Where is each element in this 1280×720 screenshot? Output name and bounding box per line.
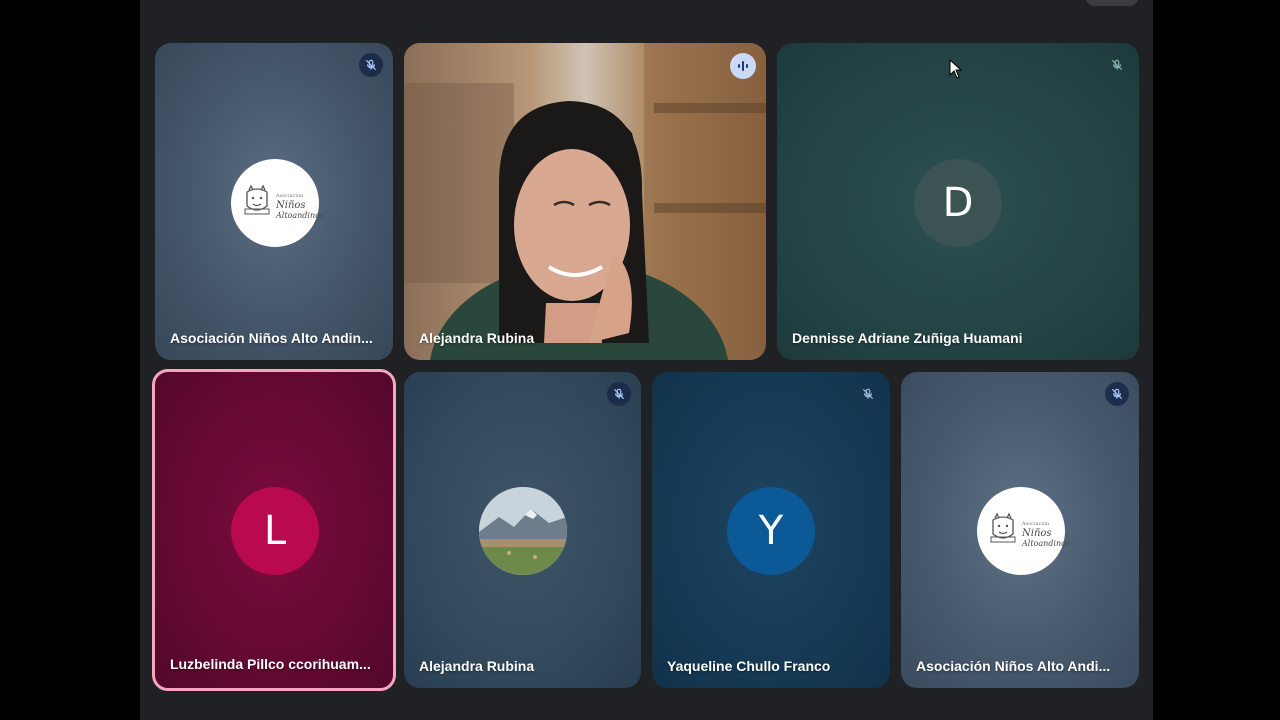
microphone-off-icon <box>856 382 880 406</box>
microphone-off-icon <box>607 382 631 406</box>
participant-tile[interactable]: D Dennisse Adriane Zuñiga Huamani <box>777 43 1139 360</box>
participant-initial-avatar: L <box>231 487 319 575</box>
participant-initial-avatar: D <box>914 159 1002 247</box>
microphone-off-icon <box>1105 53 1129 77</box>
participant-video-tile[interactable]: Alejandra Rubina <box>404 43 766 360</box>
participant-video-frame <box>404 43 766 360</box>
participant-tile[interactable]: Alejandra Rubina <box>404 372 641 688</box>
participant-initial-avatar: Y <box>727 487 815 575</box>
organization-logo-avatar: Asociación Niños Altoandinos <box>231 159 324 247</box>
participant-tile[interactable]: Asociación Niños Altoandinos Asociación … <box>155 43 393 360</box>
organization-logo-avatar: Asociación Niños Altoandinos <box>977 487 1070 575</box>
participant-tile[interactable]: Y Yaqueline Chullo Franco <box>652 372 890 688</box>
landscape-photo <box>479 487 567 575</box>
participant-name: Asociación Niños Alto Andi... <box>916 658 1111 674</box>
logo-text: Asociación Niños Altoandinos <box>276 193 325 220</box>
microphone-off-icon <box>1105 382 1129 406</box>
microphone-off-icon <box>359 53 383 77</box>
participant-tile-active-speaker[interactable]: L Luzbelinda Pillco ccorihuam... <box>152 369 396 691</box>
audio-wave-icon <box>730 53 756 79</box>
logo-text: Asociación Niños Altoandinos <box>1022 521 1071 548</box>
participant-name: Luzbelinda Pillco ccorihuam... <box>170 656 371 672</box>
participant-name: Alejandra Rubina <box>419 658 535 674</box>
participant-tile[interactable]: Asociación Niños Altoandinos Asociación … <box>901 372 1139 688</box>
participant-name: Yaqueline Chullo Franco <box>667 658 831 674</box>
mouse-cursor-icon <box>949 59 963 79</box>
participant-name: Alejandra Rubina <box>419 330 535 346</box>
llama-icon <box>990 512 1016 543</box>
top-control-pill[interactable] <box>1086 0 1138 6</box>
llama-icon <box>244 184 270 215</box>
participant-name: Asociación Niños Alto Andin... <box>170 330 373 346</box>
participant-photo-avatar <box>479 487 567 575</box>
participant-name: Dennisse Adriane Zuñiga Huamani <box>792 330 1023 346</box>
